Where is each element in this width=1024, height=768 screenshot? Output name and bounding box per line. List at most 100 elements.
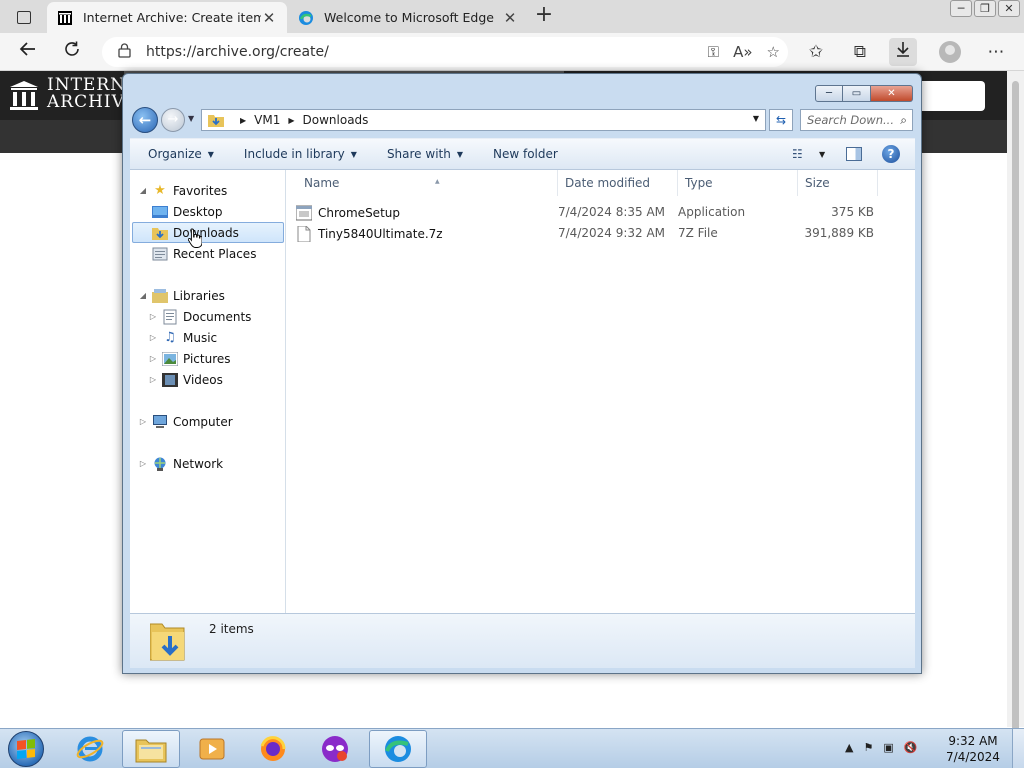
explorer-maximize-button[interactable]: ▭ [843, 85, 871, 102]
back-button[interactable] [16, 40, 40, 64]
refresh-button[interactable] [60, 40, 84, 64]
expand-arrow-icon[interactable]: ◢ [138, 186, 148, 195]
breadcrumb-separator[interactable]: ▶ [240, 116, 246, 125]
system-clock[interactable]: 9:32 AM 7/4/2024 [944, 733, 1002, 765]
collapsed-arrow-icon[interactable]: ▷ [148, 354, 158, 363]
breadcrumb-vm1[interactable]: VM1 [254, 113, 280, 127]
volume-muted-icon[interactable]: 🔇 [904, 741, 918, 754]
tab-close-button[interactable]: ✕ [502, 9, 518, 27]
explorer-search-input[interactable]: Search Down... ⌕ [800, 109, 913, 131]
taskbar-edge[interactable] [369, 730, 427, 768]
sort-ascending-icon: ▲ [435, 178, 440, 185]
share-with-menu[interactable]: Share with ▼ [369, 147, 475, 161]
collapsed-arrow-icon[interactable]: ▷ [148, 333, 158, 342]
show-desktop-button[interactable] [1012, 729, 1024, 768]
help-icon[interactable]: ? [882, 145, 900, 163]
column-label: Name [304, 176, 340, 190]
explorer-window-controls: ─ ▭ ✕ [815, 85, 913, 102]
more-icon: ⋯ [987, 42, 1005, 62]
minimize-button[interactable]: ─ [950, 0, 972, 17]
arrow-left-icon [19, 42, 35, 56]
add-favorite-icon[interactable]: ☆ [767, 43, 780, 61]
hand-cursor-icon [188, 228, 202, 248]
collapsed-arrow-icon[interactable]: ▷ [148, 312, 158, 321]
file-row[interactable]: Tiny5840Ultimate.7z 7/4/2024 9:32 AM 7Z … [296, 223, 886, 244]
tab-actions-button[interactable] [6, 5, 42, 29]
nav-music[interactable]: ▷ ♫ Music [148, 327, 217, 348]
favorites-button[interactable]: ✩ [802, 38, 830, 66]
nav-documents[interactable]: ▷ Documents [148, 306, 251, 327]
nav-network[interactable]: ▷ Network [138, 453, 223, 474]
breadcrumb[interactable]: ▶ VM1 ▶ Downloads ▼ [201, 109, 766, 131]
nav-label: Computer [173, 414, 233, 429]
profile-avatar[interactable] [939, 41, 961, 63]
downloads-folder-icon [152, 225, 168, 241]
explorer-back-button[interactable]: ← [132, 107, 158, 133]
view-options-dropdown[interactable]: ▼ [819, 150, 825, 159]
downloads-button[interactable] [889, 38, 917, 66]
network-status-icon[interactable]: ▣ [883, 741, 893, 754]
page-scrollbar[interactable] [1007, 71, 1024, 761]
close-button[interactable]: ✕ [998, 0, 1020, 17]
folder-download-icon [208, 115, 224, 127]
column-header-date[interactable]: Date modified [558, 170, 678, 196]
scrollbar-thumb[interactable] [1012, 81, 1019, 761]
clock-date: 7/4/2024 [946, 750, 1000, 764]
taskbar-file-explorer[interactable] [122, 730, 180, 768]
taskbar-firefox[interactable] [244, 730, 302, 768]
explorer-close-button[interactable]: ✕ [871, 85, 913, 102]
collapsed-arrow-icon[interactable]: ▷ [138, 459, 148, 468]
nav-favorites[interactable]: ◢ ★ Favorites [138, 180, 227, 201]
menu-label: New folder [493, 147, 558, 161]
breadcrumb-downloads[interactable]: Downloads [303, 113, 369, 127]
tab-welcome-edge[interactable]: Welcome to Microsoft Edge ✕ [288, 2, 528, 33]
clock-time: 9:32 AM [948, 734, 998, 748]
file-row[interactable]: ChromeSetup 7/4/2024 8:35 AM Application… [296, 202, 886, 223]
nav-videos[interactable]: ▷ Videos [148, 369, 223, 390]
search-icon[interactable]: ⌕ [900, 110, 907, 130]
collections-button[interactable]: ⧉ [846, 38, 874, 66]
read-aloud-icon[interactable]: A» [733, 43, 752, 61]
settings-more-button[interactable]: ⋯ [982, 38, 1010, 66]
start-button[interactable] [8, 731, 44, 767]
explorer-forward-button[interactable]: → [161, 108, 185, 132]
include-in-library-menu[interactable]: Include in library ▼ [226, 147, 369, 161]
breadcrumb-separator[interactable]: ▶ [288, 116, 294, 125]
address-bar[interactable]: https://archive.org/create/ ⚿ A» ☆ [102, 37, 788, 67]
column-header-name[interactable]: Name ▲ [297, 170, 558, 196]
column-header-type[interactable]: Type [678, 170, 798, 196]
view-options-icon[interactable]: ☷ [792, 147, 803, 161]
taskbar-internet-explorer[interactable] [61, 730, 119, 768]
expand-arrow-icon[interactable]: ◢ [138, 291, 148, 300]
column-header-size[interactable]: Size [798, 170, 878, 196]
nav-label: Libraries [173, 288, 225, 303]
tab-internet-archive[interactable]: Internet Archive: Create item ✕ [47, 2, 287, 33]
nav-libraries[interactable]: ◢ Libraries [138, 285, 225, 306]
nav-recent-places[interactable]: Recent Places [148, 243, 256, 264]
application-icon [296, 205, 312, 220]
explorer-minimize-button[interactable]: ─ [815, 85, 843, 102]
taskbar-media-player[interactable] [183, 730, 241, 768]
restore-button[interactable]: ❐ [974, 0, 996, 17]
new-tab-button[interactable]: + [533, 4, 555, 28]
explorer-refresh-button[interactable]: ⇆ [769, 109, 793, 131]
libraries-icon [152, 288, 168, 304]
nav-desktop[interactable]: Desktop [148, 201, 223, 222]
nav-computer[interactable]: ▷ Computer [138, 411, 233, 432]
recent-pages-dropdown[interactable]: ▼ [188, 114, 194, 123]
taskbar-privacy-app[interactable] [306, 730, 364, 768]
archive-logo-icon[interactable] [10, 81, 38, 111]
key-icon[interactable]: ⚿ [708, 43, 719, 61]
tab-close-button[interactable]: ✕ [261, 9, 277, 27]
action-center-flag-icon[interactable]: ⚑ [863, 741, 873, 754]
nav-downloads[interactable]: Downloads [132, 222, 284, 243]
breadcrumb-dropdown[interactable]: ▼ [753, 114, 759, 123]
organize-menu[interactable]: Organize ▼ [130, 147, 226, 161]
collapsed-arrow-icon[interactable]: ▷ [138, 417, 148, 426]
preview-pane-icon[interactable] [846, 147, 862, 161]
collapsed-arrow-icon[interactable]: ▷ [148, 375, 158, 384]
downloads-folder-icon [150, 623, 185, 661]
nav-pictures[interactable]: ▷ Pictures [148, 348, 231, 369]
new-folder-button[interactable]: New folder [475, 147, 570, 161]
show-hidden-icons-icon[interactable]: ▲ [845, 741, 853, 754]
